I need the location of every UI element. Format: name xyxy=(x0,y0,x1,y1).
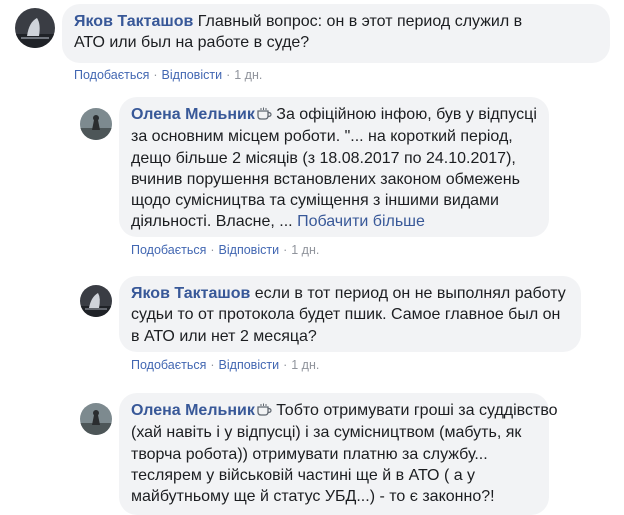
comment-text: майбутньому ще й статус УБД...) - то є з… xyxy=(131,488,495,506)
comment-text: вчинив порушення встановлених законом об… xyxy=(131,170,520,188)
user-photo-icon xyxy=(80,285,112,317)
user-photo-icon xyxy=(15,8,55,48)
comment-author[interactable]: Олена Мельник xyxy=(131,106,255,123)
comment-text: За офіційною інфою, був у відпусці xyxy=(276,106,537,123)
comment-text: если в тот период он не выполнял работу xyxy=(254,285,566,302)
comment-text: діяльності. Власне, ... xyxy=(131,213,293,231)
coffee-cup-icon xyxy=(257,401,272,422)
like-link[interactable]: Подобається xyxy=(131,358,206,372)
comment-text: щодо сумісництва та суміщення з іншими в… xyxy=(131,192,499,210)
comment-author[interactable]: Олена Мельник xyxy=(131,402,255,419)
comment-text: творча робота)) отримувати платню за слу… xyxy=(131,445,488,463)
comment-author[interactable]: Яков Такташов xyxy=(131,285,250,302)
separator: · xyxy=(283,358,288,372)
reply-link[interactable]: Відповісти xyxy=(162,68,223,82)
reply-link[interactable]: Відповісти xyxy=(219,243,280,257)
timestamp[interactable]: 1 дн. xyxy=(234,68,262,82)
comment-bubble: Яков Такташов если в тот период он не вы… xyxy=(119,276,581,352)
comment-bubble: Яков Такташов Главный вопрос: он в этот … xyxy=(62,4,610,63)
comment-text: за основним місцем роботи. "... на корот… xyxy=(131,128,513,146)
timestamp[interactable]: 1 дн. xyxy=(291,358,319,372)
comment-author[interactable]: Яков Такташов xyxy=(74,13,193,30)
separator: · xyxy=(226,68,231,82)
user-photo-icon xyxy=(80,403,112,435)
comment-text: в АТО или нет 2 месяца? xyxy=(131,327,317,345)
comment-text: (хай навіть і у відпусці) і за сумісницт… xyxy=(131,424,522,442)
avatar[interactable] xyxy=(80,403,112,435)
comment-bubble: Олена Мельник Тобто отримувати гроші за … xyxy=(119,393,558,515)
reply-link[interactable]: Відповісти xyxy=(219,358,280,372)
coffee-cup-icon xyxy=(257,105,272,126)
avatar[interactable] xyxy=(80,285,112,317)
avatar[interactable] xyxy=(15,8,55,48)
comment-actions: Подобається · Відповісти · 1 дн. xyxy=(74,68,262,82)
like-link[interactable]: Подобається xyxy=(74,68,149,82)
separator: · xyxy=(153,68,158,82)
comment-text: судьи то от протокола будет пшик. Самое … xyxy=(131,306,561,324)
separator: · xyxy=(283,243,288,257)
separator: · xyxy=(210,243,215,257)
comment-actions: Подобається · Відповісти · 1 дн. xyxy=(131,243,319,257)
see-more-link[interactable]: Побачити більше xyxy=(297,213,425,230)
comment-bubble: Олена Мельник За офіційною інфою, був у … xyxy=(119,97,549,237)
comment-text: Тобто отримувати гроші за суддівство xyxy=(276,402,558,419)
comment-text: теслярем у військовій частині ще й в АТО… xyxy=(131,466,476,484)
avatar[interactable] xyxy=(80,108,112,140)
comment-text: АТО или был на работе в суде? xyxy=(74,34,310,52)
user-photo-icon xyxy=(80,108,112,140)
timestamp[interactable]: 1 дн. xyxy=(291,243,319,257)
separator: · xyxy=(210,358,215,372)
comment-text: Главный вопрос: он в этот период служил … xyxy=(197,13,523,30)
like-link[interactable]: Подобається xyxy=(131,243,206,257)
comment-actions: Подобається · Відповісти · 1 дн. xyxy=(131,358,319,372)
comment-text: дещо більше 2 місяців (з 18.08.2017 по 2… xyxy=(131,149,516,167)
